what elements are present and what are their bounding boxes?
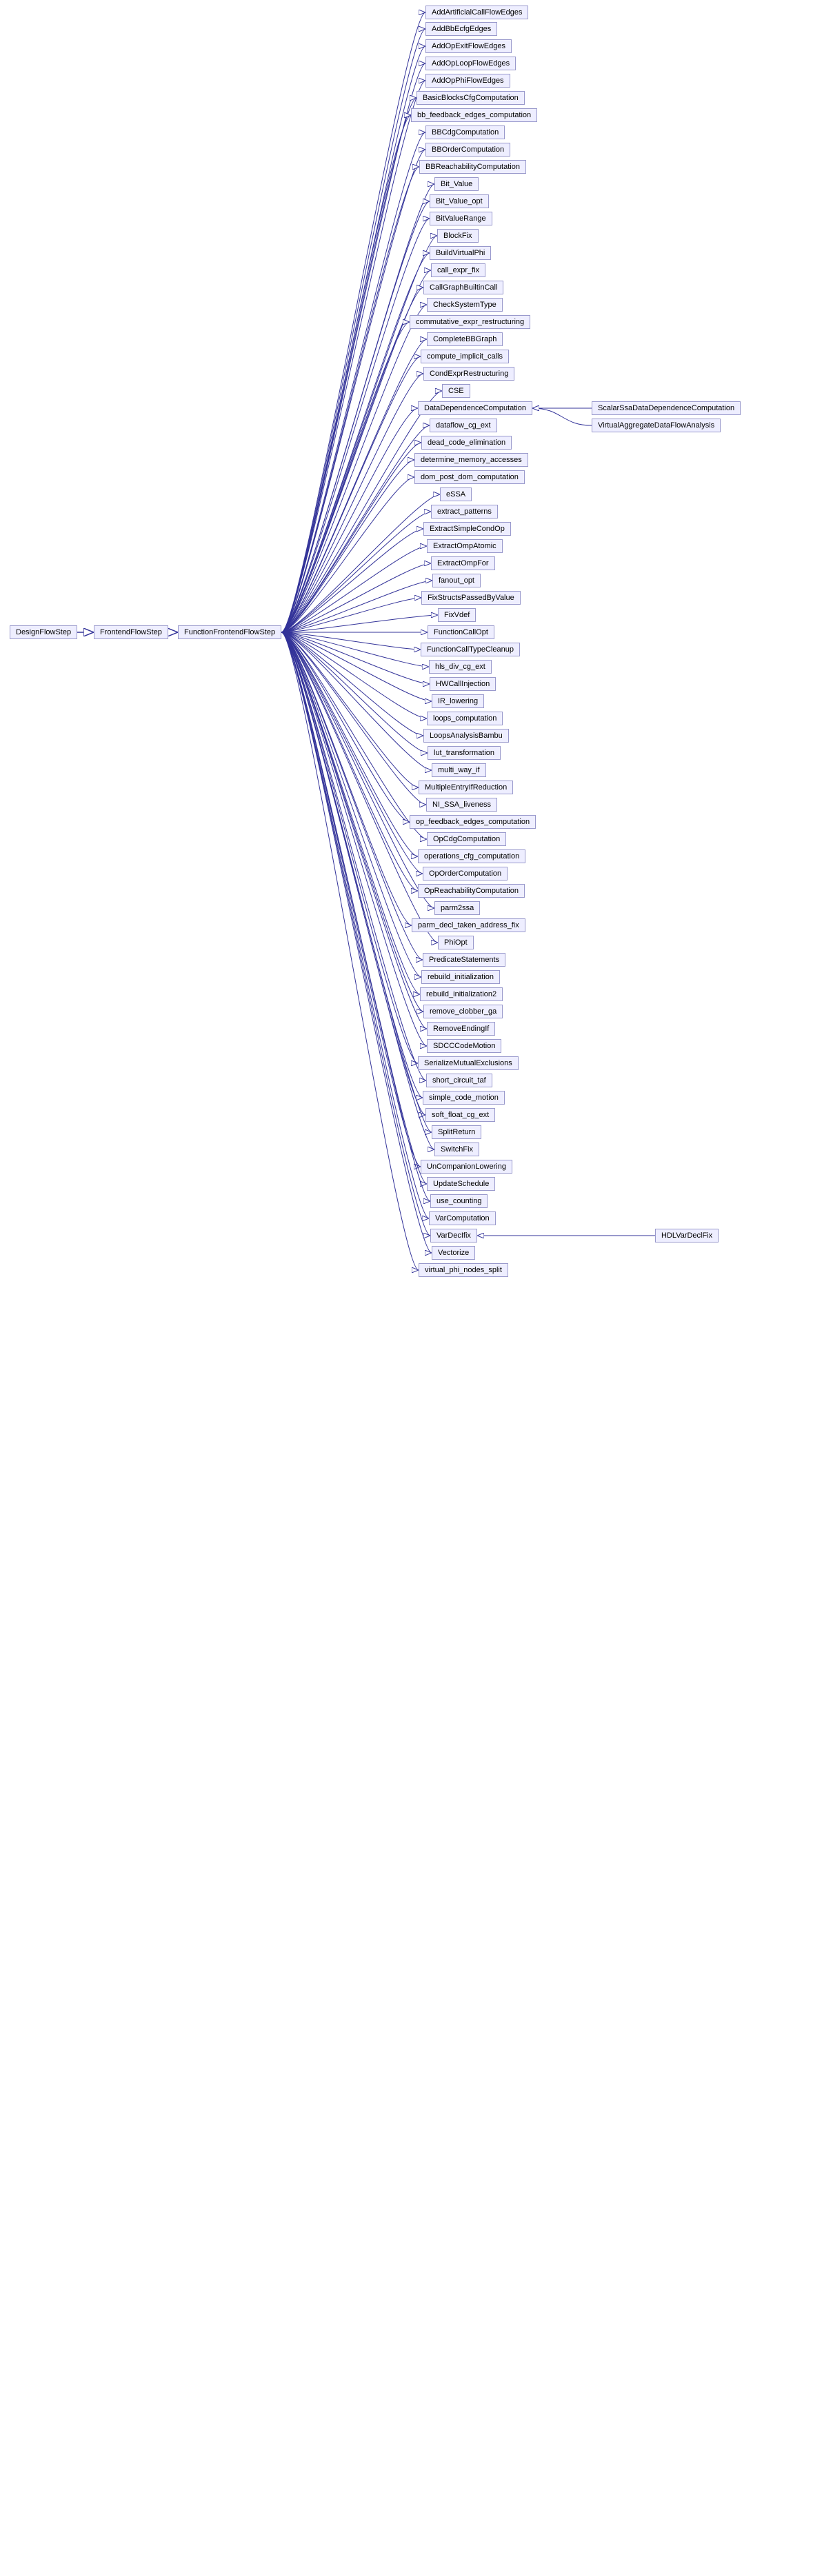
node-OpOrderComputation[interactable]: OpOrderComputation — [423, 867, 508, 881]
node-MultipleEntryIfReduction[interactable]: MultipleEntryIfReduction — [419, 781, 513, 794]
node-op_feedback_edges_computation[interactable]: op_feedback_edges_computation — [410, 815, 536, 829]
node-Vectorize[interactable]: Vectorize — [432, 1246, 475, 1260]
node-ExtractOmpFor[interactable]: ExtractOmpFor — [431, 556, 495, 570]
node-FixVdef[interactable]: FixVdef — [438, 608, 476, 622]
node-virtual_phi_nodes_split[interactable]: virtual_phi_nodes_split — [419, 1263, 508, 1277]
node-hls_div_cg_ext[interactable]: hls_div_cg_ext — [429, 660, 492, 674]
node-fanout_opt[interactable]: fanout_opt — [432, 574, 481, 587]
node-soft_float_cg_ext[interactable]: soft_float_cg_ext — [425, 1108, 495, 1122]
node-AddOpPhiFlowEdges[interactable]: AddOpPhiFlowEdges — [425, 74, 510, 88]
node-call_expr_fix[interactable]: call_expr_fix — [431, 263, 485, 277]
node-LoopsAnalysisBambu[interactable]: LoopsAnalysisBambu — [423, 729, 509, 743]
node-AddBbEcfgEdges[interactable]: AddBbEcfgEdges — [425, 22, 497, 36]
node-Bit_Value_opt[interactable]: Bit_Value_opt — [430, 194, 489, 208]
node-compute_implicit_calls[interactable]: compute_implicit_calls — [421, 350, 509, 363]
node-CompleteBBGraph[interactable]: CompleteBBGraph — [427, 332, 503, 346]
node-RemoveEndingIf[interactable]: RemoveEndingIf — [427, 1022, 495, 1036]
node-HWCallInjection[interactable]: HWCallInjection — [430, 677, 496, 691]
node-BasicBlocksCfgComputation[interactable]: BasicBlocksCfgComputation — [416, 91, 525, 105]
node-SDCCCodeMotion[interactable]: SDCCCodeMotion — [427, 1039, 501, 1053]
node-VarComputation[interactable]: VarComputation — [429, 1211, 496, 1225]
node-determine_memory_accesses[interactable]: determine_memory_accesses — [414, 453, 528, 467]
node-dataflow_cg_ext[interactable]: dataflow_cg_ext — [430, 419, 497, 432]
node-AddArtificialCallFlowEdges[interactable]: AddArtificialCallFlowEdges — [425, 6, 528, 19]
node-VirtualAggregateDataFlowAnalysis[interactable]: VirtualAggregateDataFlowAnalysis — [592, 419, 721, 432]
node-FunctionFrontendFlowStep[interactable]: FunctionFrontendFlowStep — [178, 625, 281, 639]
node-BitValueRange[interactable]: BitValueRange — [430, 212, 492, 225]
node-parm2ssa[interactable]: parm2ssa — [434, 901, 480, 915]
node-IR_lowering[interactable]: IR_lowering — [432, 694, 484, 708]
node-OpCdgComputation[interactable]: OpCdgComputation — [427, 832, 506, 846]
node-commutative_expr_restructuring[interactable]: commutative_expr_restructuring — [410, 315, 530, 329]
node-FunctionCallTypeCleanup[interactable]: FunctionCallTypeCleanup — [421, 643, 520, 656]
node-multi_way_if[interactable]: multi_way_if — [432, 763, 486, 777]
diagram-container: AddArtificialCallFlowEdges AddBbEcfgEdges… — [0, 0, 813, 2576]
node-UpdateSchedule[interactable]: UpdateSchedule — [427, 1177, 495, 1191]
node-CSE[interactable]: CSE — [442, 384, 470, 398]
node-BuildVirtualPhi[interactable]: BuildVirtualPhi — [430, 246, 491, 260]
node-AddOpLoopFlowEdges[interactable]: AddOpLoopFlowEdges — [425, 57, 516, 70]
node-SerializeMutualExclusions[interactable]: SerializeMutualExclusions — [418, 1056, 519, 1070]
node-bb_feedback_edges_computation[interactable]: bb_feedback_edges_computation — [411, 108, 537, 122]
node-PredicateStatements[interactable]: PredicateStatements — [423, 953, 505, 967]
node-VarDecIfix[interactable]: VarDecIfix — [430, 1229, 477, 1242]
node-SplitReturn[interactable]: SplitReturn — [432, 1125, 481, 1139]
node-HDLVarDeclFix[interactable]: HDLVarDeclFix — [655, 1229, 719, 1242]
node-SwitchFix[interactable]: SwitchFix — [434, 1143, 479, 1156]
connections-svg — [0, 0, 813, 2576]
node-simple_code_motion[interactable]: simple_code_motion — [423, 1091, 505, 1105]
node-dead_code_elimination[interactable]: dead_code_elimination — [421, 436, 512, 450]
node-CallGraphBuiltinCall[interactable]: CallGraphBuiltinCall — [423, 281, 503, 294]
node-DataDependenceComputation[interactable]: DataDependenceComputation — [418, 401, 532, 415]
node-dom_post_dom_computation[interactable]: dom_post_dom_computation — [414, 470, 525, 484]
node-use_counting[interactable]: use_counting — [430, 1194, 488, 1208]
node-loops_computation[interactable]: loops_computation — [427, 712, 503, 725]
node-PhiOpt[interactable]: PhiOpt — [438, 936, 474, 949]
node-BBReachabilityComputation[interactable]: BBReachabilityComputation — [419, 160, 526, 174]
node-BBCdgComputation[interactable]: BBCdgComputation — [425, 125, 505, 139]
node-BBOrderComputation[interactable]: BBOrderComputation — [425, 143, 510, 157]
node-extract_patterns[interactable]: extract_patterns — [431, 505, 498, 519]
node-FunctionCallOpt[interactable]: FunctionCallOpt — [428, 625, 494, 639]
node-AddOpExitFlowEdges[interactable]: AddOpExitFlowEdges — [425, 39, 512, 53]
node-BlockFix[interactable]: BlockFix — [437, 229, 479, 243]
node-FixStructsPassedByValue[interactable]: FixStructsPassedByValue — [421, 591, 521, 605]
node-UnCompanionLowering[interactable]: UnCompanionLowering — [421, 1160, 512, 1174]
node-remove_clobber_ga[interactable]: remove_clobber_ga — [423, 1005, 503, 1018]
node-rebuild_initialization[interactable]: rebuild_initialization — [421, 970, 500, 984]
node-operations_cfg_computation[interactable]: operations_cfg_computation — [418, 849, 525, 863]
node-CheckSystemType[interactable]: CheckSystemType — [427, 298, 503, 312]
node-Bit_Value[interactable]: Bit_Value — [434, 177, 479, 191]
node-eSSA[interactable]: eSSA — [440, 487, 472, 501]
node-short_circuit_taf[interactable]: short_circuit_taf — [426, 1074, 492, 1087]
node-OpReachabilityComputation[interactable]: OpReachabilityComputation — [418, 884, 525, 898]
node-NI_SSA_liveness[interactable]: NI_SSA_liveness — [426, 798, 497, 812]
node-rebuild_initialization2[interactable]: rebuild_initialization2 — [420, 987, 503, 1001]
node-ExtractOmpAtomic[interactable]: ExtractOmpAtomic — [427, 539, 503, 553]
node-CondExprRestructuring[interactable]: CondExprRestructuring — [423, 367, 514, 381]
node-FrontendFlowStep[interactable]: FrontendFlowStep — [94, 625, 168, 639]
node-lut_transformation[interactable]: lut_transformation — [428, 746, 501, 760]
node-parm_decl_taken_address_fix[interactable]: parm_decl_taken_address_fix — [412, 918, 525, 932]
node-ExtractSimpleCondOp[interactable]: ExtractSimpleCondOp — [423, 522, 511, 536]
node-ScalarSsaDataDependenceComputation[interactable]: ScalarSsaDataDependenceComputation — [592, 401, 741, 415]
node-DesignFlowStep[interactable]: DesignFlowStep — [10, 625, 77, 639]
